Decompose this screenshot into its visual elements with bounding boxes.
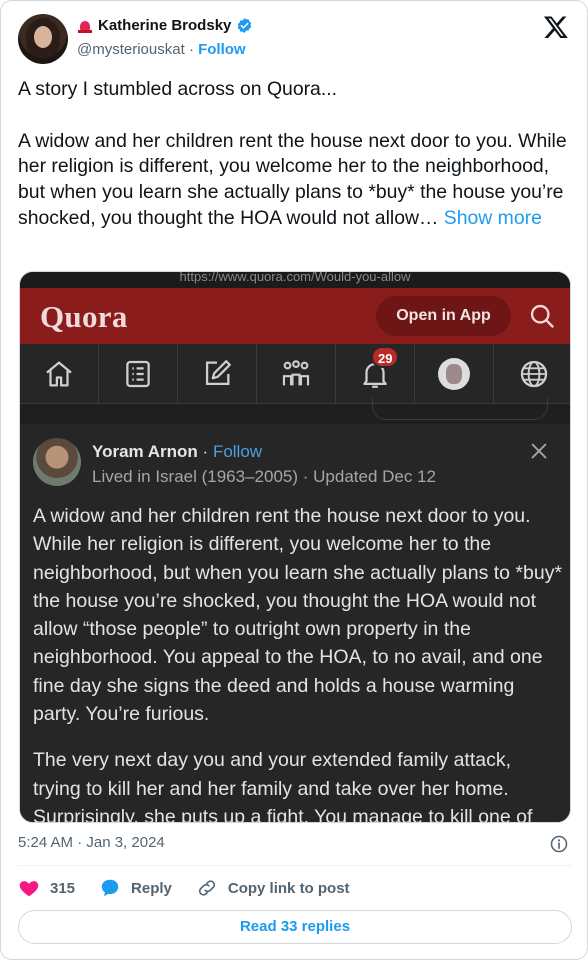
embedded-image[interactable]: https://www.quora.com/Would-you-allow Qu… (19, 271, 571, 823)
answer-paragraph: A widow and her children rent the house … (33, 505, 563, 726)
author-name-row[interactable]: Katherine Brodsky (77, 17, 253, 34)
verified-badge-icon (238, 18, 252, 33)
tweet-timestamp[interactable]: 5:24 AM · Jan 3, 2024 (18, 834, 165, 851)
follow-link[interactable]: Follow (198, 41, 246, 58)
answer-follow-link: Follow (212, 442, 263, 461)
search-icon (530, 304, 554, 328)
separator: · (202, 442, 209, 461)
url-strip: https://www.quora.com/Would-you-allow (20, 272, 570, 288)
home-icon (20, 344, 99, 404)
tweet-embed-card: Katherine Brodsky @mysteriouskat · Follo… (0, 0, 588, 960)
quora-answer: Yoram Arnon · Follow Lived in Israel (19… (20, 424, 570, 823)
tweet-paragraph: A story I stumbled across on Quora... (18, 78, 338, 100)
author-handle-row: @mysteriouskat · Follow (77, 41, 246, 58)
answer-paragraph: The very next day you and your extended … (33, 749, 533, 823)
answer-author-meta: Lived in Israel (1963–2005) · Updated De… (92, 467, 436, 486)
profile-icon (415, 344, 494, 404)
reply-bubble-icon (101, 879, 119, 897)
link-icon (198, 880, 215, 896)
answer-author-name: Yoram Arnon (92, 442, 198, 461)
like-count: 315 (50, 879, 76, 897)
x-logo-icon[interactable] (543, 14, 569, 40)
show-more-link[interactable]: Show more (444, 207, 542, 229)
copy-link-button[interactable]: Copy link to post (196, 877, 350, 899)
close-icon (531, 443, 547, 459)
quora-nav-bar: 29 (20, 344, 570, 404)
separator: · (188, 41, 194, 58)
tweet-paragraph: A widow and her children rent the house … (18, 129, 567, 229)
info-icon[interactable] (549, 834, 569, 854)
notification-count-badge: 29 (371, 346, 400, 368)
like-button[interactable]: 315 (18, 877, 75, 899)
police-siren-icon (77, 18, 93, 34)
author-handle[interactable]: @mysteriouskat (77, 41, 185, 58)
answers-icon (99, 344, 178, 404)
collapsed-panel (20, 398, 570, 424)
read-replies-button[interactable]: Read 33 replies (18, 910, 572, 944)
author-name[interactable]: Katherine Brodsky (98, 17, 231, 34)
tweet-actions: 315 Reply Copy link to post (18, 877, 374, 899)
copy-link-label: Copy link to post (227, 879, 350, 897)
reply-button[interactable]: Reply (99, 877, 172, 899)
answer-author-avatar (33, 438, 81, 486)
language-icon (494, 344, 570, 404)
quora-header: Quora Open in App (20, 288, 570, 344)
divider (18, 865, 572, 866)
answer-text: A widow and her children rent the house … (33, 502, 563, 823)
open-in-app-button: Open in App (376, 296, 511, 336)
spaces-icon (257, 344, 336, 404)
heart-icon (19, 881, 39, 897)
tweet-text: A story I stumbled across on Quora... A … (18, 77, 574, 232)
answer-author-row: Yoram Arnon · Follow (92, 442, 262, 462)
author-avatar[interactable] (18, 14, 68, 64)
quora-logo: Quora (40, 299, 128, 334)
reply-label: Reply (131, 879, 172, 897)
write-icon (178, 344, 257, 404)
